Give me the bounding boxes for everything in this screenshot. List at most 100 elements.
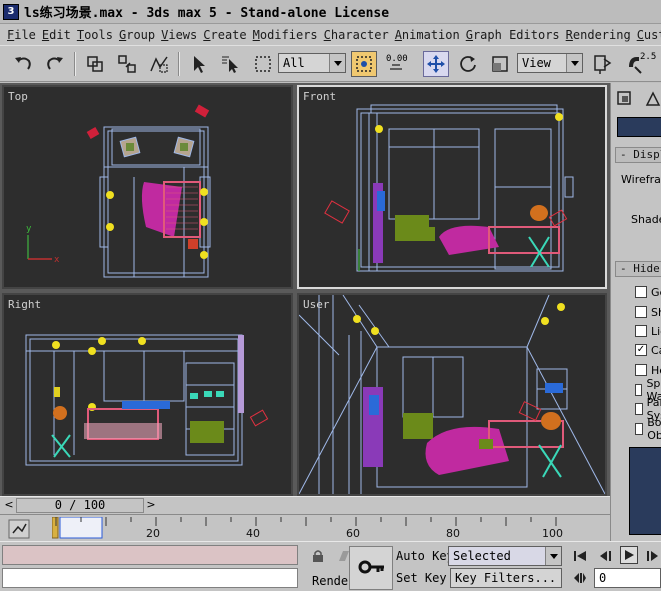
hide-particles-checkbox[interactable]: Particle Systems: [635, 396, 661, 422]
move-icon[interactable]: [423, 51, 449, 77]
selection-filter-value: All: [283, 56, 305, 70]
hide-cameras-checkbox[interactable]: ✓ Cameras: [635, 343, 661, 357]
bind-space-warp-icon[interactable]: [146, 51, 172, 77]
checkbox[interactable]: [635, 423, 644, 435]
viewport-label[interactable]: User: [303, 298, 330, 311]
viewport-label[interactable]: Top: [8, 90, 28, 103]
rectangular-region-icon[interactable]: [250, 51, 276, 77]
auto-key-button[interactable]: Auto Key: [396, 549, 454, 563]
hide-bones-checkbox[interactable]: Bone Objects: [635, 416, 661, 442]
hide-helpers-label: Helpers: [651, 363, 661, 377]
menu-graph-editors[interactable]: Graph Editors: [463, 28, 563, 42]
viewport-label[interactable]: Right: [8, 298, 41, 311]
key-mode-toggle-icon[interactable]: [572, 570, 588, 586]
hide-shapes-checkbox[interactable]: Shapes: [635, 305, 661, 319]
lock-icon[interactable]: [310, 548, 326, 564]
hide-lights-checkbox[interactable]: Lights: [635, 324, 661, 338]
redo-icon[interactable]: [42, 51, 68, 77]
rollout-display-color[interactable]: - Display Color: [615, 147, 661, 163]
menu-rendering[interactable]: Rendering: [563, 28, 634, 42]
display-panel-icon[interactable]: [613, 87, 637, 111]
time-slider-track[interactable]: 0 / 100: [16, 498, 144, 513]
svg-text:y: y: [26, 224, 32, 234]
checkbox[interactable]: [635, 325, 647, 337]
maxscript-listener-line[interactable]: [2, 545, 298, 565]
hide-geometry-checkbox[interactable]: Geometry: [635, 285, 661, 299]
object-name-field[interactable]: [617, 117, 661, 137]
selection-filter-dropdown[interactable]: All: [278, 53, 346, 73]
checkbox[interactable]: [635, 364, 647, 376]
shaded-label: Shaded: [631, 213, 661, 226]
time-prev-button[interactable]: <: [2, 498, 16, 513]
checkbox[interactable]: [635, 384, 643, 396]
right-view-scene: [25, 334, 269, 466]
checkbox[interactable]: [635, 286, 647, 298]
viewport-right[interactable]: Right: [2, 293, 293, 496]
menu-tools[interactable]: Tools: [74, 28, 116, 42]
window-crossing-icon[interactable]: [351, 51, 377, 77]
prompt-line[interactable]: [2, 568, 298, 588]
key-filters-button[interactable]: Key Filters...: [450, 568, 562, 588]
viewport-area: Top y x Front Right User: [0, 83, 610, 496]
mini-curve-editor-icon[interactable]: [8, 519, 30, 539]
hide-cameras-label: Cameras: [651, 343, 661, 357]
unlink-icon[interactable]: [114, 51, 140, 77]
select-icon[interactable]: [186, 51, 212, 77]
menu-edit[interactable]: Edit: [39, 28, 74, 42]
viewport-front[interactable]: Front: [297, 85, 607, 289]
menu-character[interactable]: Character: [321, 28, 392, 42]
time-next-button[interactable]: >: [144, 498, 158, 513]
tick-label: 60: [346, 527, 360, 540]
menu-create[interactable]: Create: [200, 28, 249, 42]
menu-file[interactable]: File: [4, 28, 39, 42]
menu-animation[interactable]: Animation: [392, 28, 463, 42]
track-bar: 20 40 60 80 100: [0, 514, 610, 541]
menu-customize[interactable]: Customize: [634, 28, 661, 42]
reference-coord-value: View: [522, 56, 551, 70]
checkbox[interactable]: [635, 403, 643, 415]
select-by-name-icon[interactable]: [218, 51, 244, 77]
track-ruler[interactable]: [52, 517, 604, 540]
current-frame-field[interactable]: 0: [594, 568, 661, 588]
previous-frame-icon[interactable]: [598, 548, 614, 564]
snap-value: 0.00: [386, 54, 408, 64]
viewport-background-swatch[interactable]: [629, 447, 661, 535]
front-view-scene: [324, 104, 574, 272]
undo-icon[interactable]: [10, 51, 36, 77]
chevron-down-icon: [545, 547, 561, 565]
next-frame-icon[interactable]: [644, 548, 660, 564]
title-bar: 3 ls练习场景.max - 3ds max 5 - Stand-alone L…: [0, 0, 661, 24]
menu-views[interactable]: Views: [158, 28, 200, 42]
link-icon[interactable]: [82, 51, 108, 77]
3ds-max-icon[interactable]: 3: [3, 3, 19, 20]
viewport-label[interactable]: Front: [303, 90, 336, 103]
viewport-top[interactable]: Top y x: [2, 85, 293, 289]
render-label: Rende: [312, 574, 349, 588]
command-panel: - Display Color Wireframe Shaded - Hide …: [610, 83, 661, 591]
pivot-icon[interactable]: [589, 51, 615, 77]
hide-space-warps-checkbox[interactable]: Space Warps: [635, 377, 661, 403]
menu-modifiers[interactable]: Modifiers: [250, 28, 321, 42]
checkbox-checked[interactable]: ✓: [635, 344, 647, 356]
scale-icon[interactable]: [487, 51, 513, 77]
window-title: ls练习场景.max - 3ds max 5 - Stand-alone Lic…: [24, 6, 390, 21]
rotate-icon[interactable]: [455, 51, 481, 77]
play-icon[interactable]: [620, 546, 638, 564]
set-key-mode-button[interactable]: [349, 546, 393, 590]
viewport-user[interactable]: User: [297, 293, 607, 496]
reference-coord-dropdown[interactable]: View: [517, 53, 583, 73]
hide-bones-label: Bone Objects: [647, 416, 661, 442]
collapse-icon: -: [620, 148, 634, 161]
rollout-hide-by-category[interactable]: - Hide by Category: [615, 261, 661, 277]
menu-group[interactable]: Group: [116, 28, 158, 42]
set-key-button[interactable]: Set Key: [396, 571, 447, 585]
main-toolbar: All 0.00 View 2.5: [0, 45, 661, 82]
go-to-start-icon[interactable]: [572, 548, 588, 564]
hide-helpers-checkbox[interactable]: Helpers: [635, 363, 661, 377]
checkbox[interactable]: [635, 306, 647, 318]
wireframe-label: Wireframe: [621, 173, 661, 186]
axis-tripod-icon: y x: [26, 224, 60, 265]
top-view-scene: y x: [26, 104, 211, 278]
utilities-panel-icon[interactable]: [641, 87, 661, 111]
key-mode-dropdown[interactable]: Selected: [448, 546, 562, 566]
